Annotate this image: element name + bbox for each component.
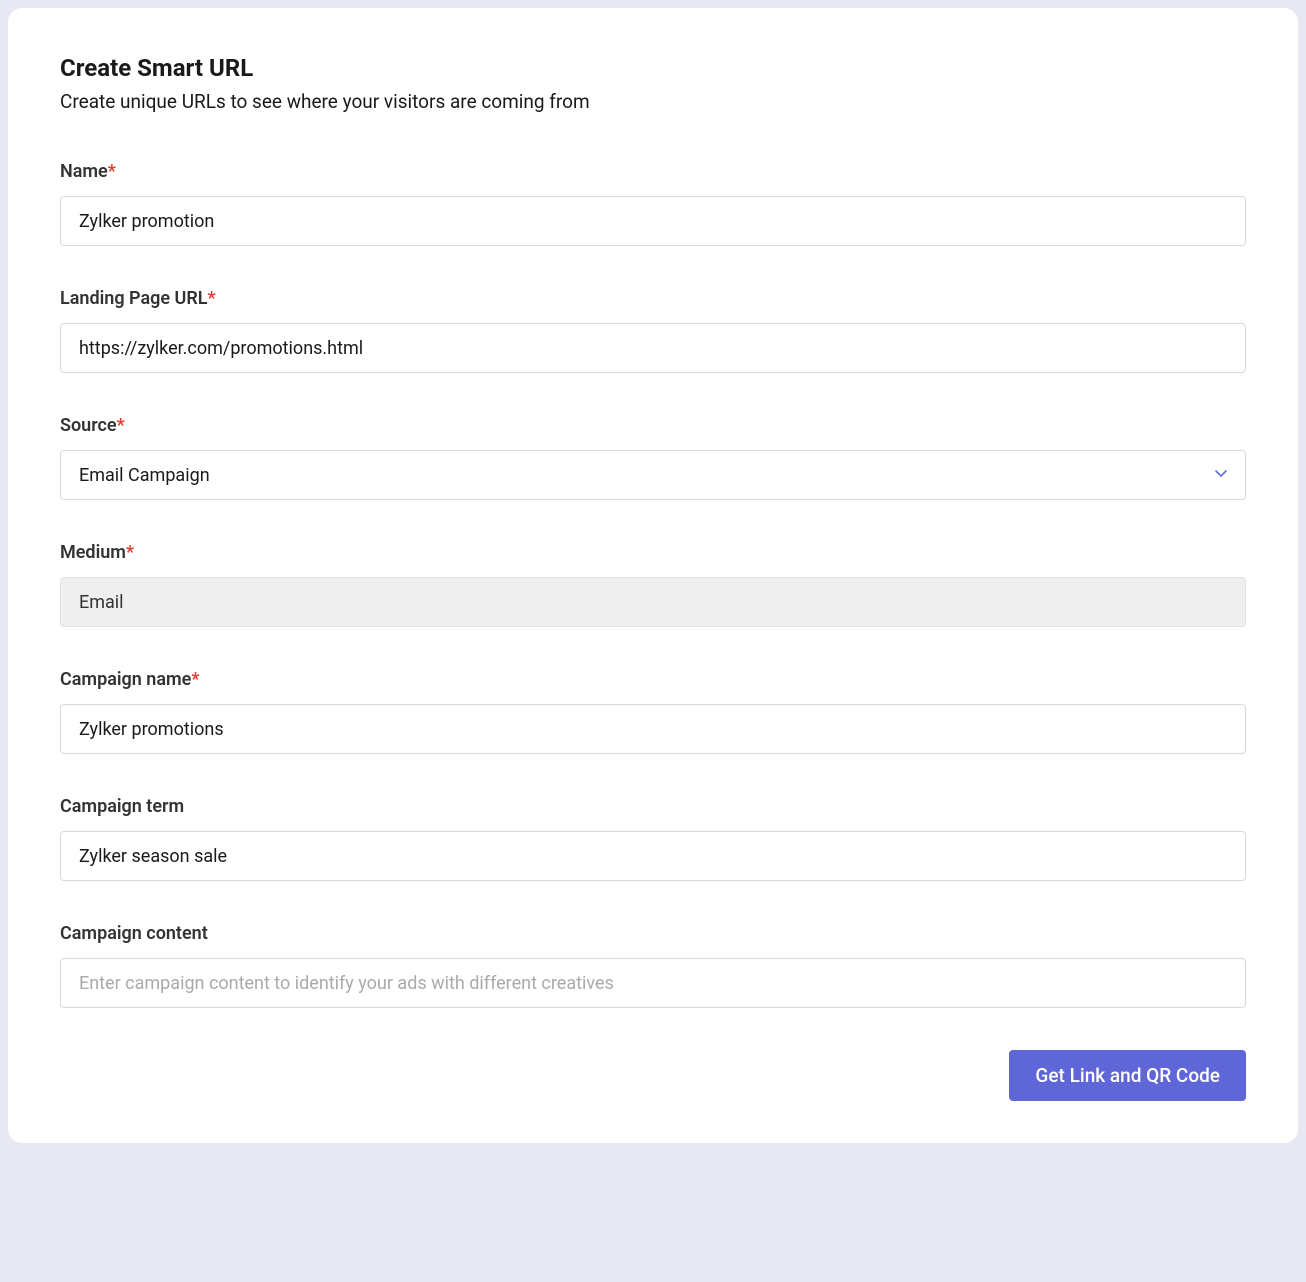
campaign-name-input[interactable] [60, 704, 1246, 754]
campaign-content-label-text: Campaign content [60, 923, 208, 944]
campaign-term-input[interactable] [60, 831, 1246, 881]
campaign-term-label-text: Campaign term [60, 796, 184, 817]
name-label: Name* [60, 161, 1246, 182]
source-select[interactable]: Email Campaign [60, 450, 1246, 500]
required-asterisk: * [126, 542, 134, 563]
campaign-content-label: Campaign content [60, 923, 1246, 944]
required-asterisk: * [108, 161, 116, 182]
field-group-campaign-content: Campaign content [60, 923, 1246, 1008]
landing-page-url-label-text: Landing Page URL [60, 288, 208, 309]
campaign-content-input[interactable] [60, 958, 1246, 1008]
page-title: Create Smart URL [60, 54, 1246, 82]
campaign-name-label-text: Campaign name [60, 669, 191, 690]
field-group-name: Name* [60, 161, 1246, 246]
landing-page-url-label: Landing Page URL* [60, 288, 1246, 309]
field-group-campaign-term: Campaign term [60, 796, 1246, 881]
get-link-and-qr-code-button[interactable]: Get Link and QR Code [1009, 1050, 1246, 1101]
medium-input [60, 577, 1246, 627]
campaign-name-label: Campaign name* [60, 669, 1246, 690]
source-label: Source* [60, 415, 1246, 436]
landing-page-url-input[interactable] [60, 323, 1246, 373]
field-group-source: Source* Email Campaign [60, 415, 1246, 500]
required-asterisk: * [117, 415, 125, 436]
field-group-campaign-name: Campaign name* [60, 669, 1246, 754]
name-input[interactable] [60, 196, 1246, 246]
source-label-text: Source [60, 415, 117, 436]
medium-label: Medium* [60, 542, 1246, 563]
source-select-value: Email Campaign [79, 465, 210, 486]
required-asterisk: * [191, 669, 199, 690]
page-subtitle: Create unique URLs to see where your vis… [60, 90, 1246, 113]
field-group-medium: Medium* [60, 542, 1246, 627]
source-select-wrapper: Email Campaign [60, 450, 1246, 500]
field-group-landing-page-url: Landing Page URL* [60, 288, 1246, 373]
name-label-text: Name [60, 161, 108, 182]
create-smart-url-panel: Create Smart URL Create unique URLs to s… [8, 8, 1298, 1143]
medium-label-text: Medium [60, 542, 126, 563]
campaign-term-label: Campaign term [60, 796, 1246, 817]
actions-row: Get Link and QR Code [60, 1050, 1246, 1101]
required-asterisk: * [208, 288, 216, 309]
